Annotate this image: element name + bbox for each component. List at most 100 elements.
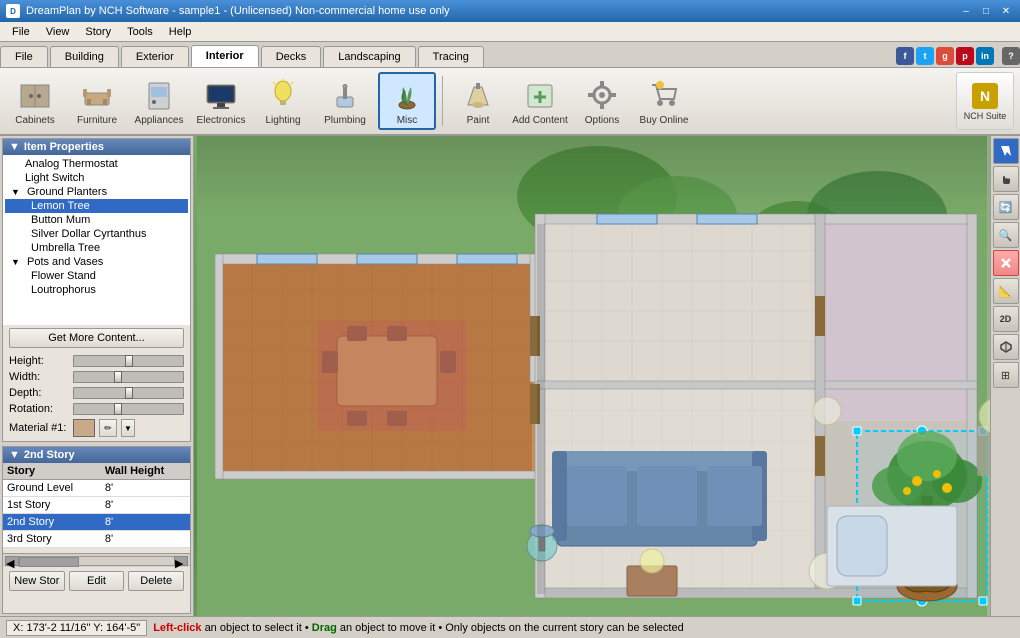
edit-story-button[interactable]: Edit [69, 571, 125, 591]
material-dropdown-button[interactable]: ▼ [121, 419, 135, 437]
width-thumb[interactable] [114, 371, 122, 383]
tree-item-lemon-tree[interactable]: Lemon Tree [5, 199, 188, 213]
help-icon[interactable]: ? [1002, 47, 1020, 65]
tree-item-silver-dollar[interactable]: Silver Dollar Cyrtanthus [5, 227, 188, 241]
tree-item-analog-thermostat[interactable]: Analog Thermostat [5, 157, 188, 171]
tab-landscaping[interactable]: Landscaping [323, 46, 415, 67]
new-story-button[interactable]: New Stor [9, 571, 65, 591]
misc-icon [389, 77, 425, 113]
google-icon[interactable]: g [936, 47, 954, 65]
menu-help[interactable]: Help [161, 24, 200, 40]
pinterest-icon[interactable]: p [956, 47, 974, 65]
house-svg [194, 136, 990, 616]
paint-button[interactable]: Paint [449, 72, 507, 130]
tree-item-flower-stand[interactable]: Flower Stand [5, 269, 188, 283]
tab-interior[interactable]: Interior [191, 45, 259, 67]
tree-item-button-mum[interactable]: Button Mum [5, 213, 188, 227]
menu-tools[interactable]: Tools [119, 24, 161, 40]
appliances-button[interactable]: Appliances [130, 72, 188, 130]
story-name-3rd: 3rd Story [3, 531, 101, 548]
get-more-content-button[interactable]: Get More Content... [9, 328, 184, 348]
plumbing-button[interactable]: Plumbing [316, 72, 374, 130]
tree-group-ground-planters[interactable]: ▼ Ground Planters [5, 185, 188, 199]
tab-building[interactable]: Building [50, 46, 119, 67]
options-button[interactable]: Options [573, 72, 631, 130]
material-edit-button[interactable]: ✏ [99, 419, 117, 437]
nch-suite-button[interactable]: N NCH Suite [956, 72, 1014, 130]
menu-view[interactable]: View [38, 24, 78, 40]
hscroll-thumb[interactable] [19, 557, 79, 567]
titlebar-controls[interactable]: – □ ✕ [958, 4, 1014, 18]
height-slider[interactable] [73, 355, 184, 367]
item-properties-panel: ▼ Item Properties Analog Thermostat Ligh… [2, 138, 191, 442]
item-tree[interactable]: Analog Thermostat Light Switch ▼ Ground … [3, 155, 190, 325]
close-button[interactable]: ✕ [998, 4, 1014, 18]
depth-label: Depth: [9, 387, 69, 399]
story-hscroll[interactable]: ◀ ▶ [3, 553, 190, 567]
measure-tool-button[interactable]: 📐 [993, 278, 1019, 304]
social-bar: f t g p in ? [896, 47, 1020, 67]
width-label: Width: [9, 371, 69, 383]
story-row-2nd[interactable]: 2nd Story 8' [3, 514, 190, 531]
buy-online-button[interactable]: Buy Online [635, 72, 693, 130]
delete-story-button[interactable]: Delete [128, 571, 184, 591]
width-slider[interactable] [73, 371, 184, 383]
tab-decks[interactable]: Decks [261, 46, 322, 67]
story-row-ground[interactable]: Ground Level 8' [3, 480, 190, 497]
tree-item-light-switch[interactable]: Light Switch [5, 171, 188, 185]
rotation-thumb[interactable] [114, 403, 122, 415]
story-table-container[interactable]: Story Wall Height Ground Level 8' 1st St… [3, 463, 190, 553]
misc-button[interactable]: Misc [378, 72, 436, 130]
rotation-slider[interactable] [73, 403, 184, 415]
grid-toggle-button[interactable]: ⊞ [993, 362, 1019, 388]
cabinets-button[interactable]: Cabinets [6, 72, 64, 130]
ground-planters-label: Ground Planters [27, 186, 107, 198]
hand-tool-button[interactable] [993, 166, 1019, 192]
cursor-tool-button[interactable] [993, 138, 1019, 164]
options-icon [584, 77, 620, 113]
tab-exterior[interactable]: Exterior [121, 46, 189, 67]
flower-stand-label: Flower Stand [31, 270, 96, 282]
add-content-button[interactable]: Add Content [511, 72, 569, 130]
button-mum-label: Button Mum [31, 214, 90, 226]
canvas-area[interactable] [194, 136, 990, 616]
tree-item-umbrella-tree[interactable]: Umbrella Tree [5, 241, 188, 255]
zoom-tool-button[interactable]: 🔍 [993, 222, 1019, 248]
tree-item-loutrophorus[interactable]: Loutrophorus [5, 283, 188, 297]
story-row-1st[interactable]: 1st Story 8' [3, 497, 190, 514]
plumbing-label: Plumbing [324, 115, 366, 126]
maximize-button[interactable]: □ [978, 4, 994, 18]
viewport[interactable] [194, 136, 990, 616]
buy-online-label: Buy Online [640, 115, 689, 126]
depth-thumb[interactable] [125, 387, 133, 399]
hscroll-right[interactable]: ▶ [174, 556, 188, 566]
menubar: File View Story Tools Help [0, 22, 1020, 42]
height-thumb[interactable] [125, 355, 133, 367]
electronics-button[interactable]: Electronics [192, 72, 250, 130]
tab-file[interactable]: File [0, 46, 48, 67]
depth-slider[interactable] [73, 387, 184, 399]
light-switch-label: Light Switch [25, 172, 84, 184]
story-buttons: New Stor Edit Delete [3, 567, 190, 595]
status-text-1: an object to select it • [205, 622, 312, 634]
facebook-icon[interactable]: f [896, 47, 914, 65]
cancel-tool-button[interactable] [993, 250, 1019, 276]
minimize-button[interactable]: – [958, 4, 974, 18]
tree-group-pots-vases[interactable]: ▼ Pots and Vases [5, 255, 188, 269]
nch-suite-label: NCH Suite [964, 111, 1007, 121]
linkedin-icon[interactable]: in [976, 47, 994, 65]
2d-view-button[interactable]: 2D [993, 306, 1019, 332]
depth-row: Depth: [9, 387, 184, 399]
furniture-button[interactable]: Furniture [68, 72, 126, 130]
menu-story[interactable]: Story [77, 24, 119, 40]
hscroll-left[interactable]: ◀ [5, 556, 19, 566]
twitter-icon[interactable]: t [916, 47, 934, 65]
lighting-button[interactable]: Lighting [254, 72, 312, 130]
material-swatch[interactable] [73, 419, 95, 437]
iso-view-button[interactable] [993, 334, 1019, 360]
tab-tracing[interactable]: Tracing [418, 46, 484, 67]
lemon-tree-label: Lemon Tree [31, 200, 90, 212]
story-row-3rd[interactable]: 3rd Story 8' [3, 531, 190, 548]
rotate-tool-button[interactable]: 🔄 [993, 194, 1019, 220]
menu-file[interactable]: File [4, 24, 38, 40]
